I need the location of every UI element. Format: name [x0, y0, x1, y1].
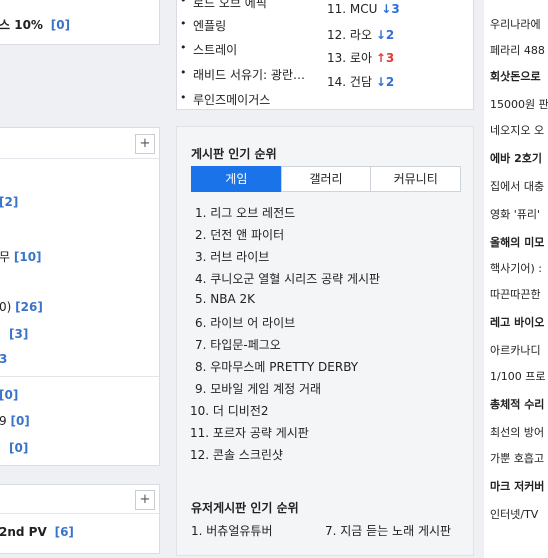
left-mid-row-count: [0]: [9, 441, 29, 455]
left-mid-row-count: [2]: [0, 195, 19, 209]
news-item[interactable]: 따끈따끈한: [490, 286, 541, 302]
issue-keyword[interactable]: 스트레이: [180, 41, 237, 58]
rank-change: 3: [391, 2, 400, 16]
left-top-row-count: [0]: [50, 18, 71, 32]
news-category-heading[interactable]: 회삿돈으로: [490, 68, 541, 84]
rank-down-icon: ↓: [381, 2, 392, 16]
board-ranking-item[interactable]: 10. 더 디비전2: [190, 402, 269, 419]
left-mid-row-count: [0]: [10, 414, 30, 428]
board-ranking-tabs: 게임 갤러리 커뮤니티: [191, 166, 462, 192]
left-mid-row-count: 3: [0, 352, 8, 366]
news-category-heading[interactable]: 올해의 미모: [490, 234, 544, 250]
keyword-rank-text: 12. 라오: [327, 28, 372, 42]
user-board-item[interactable]: 7. 지금 듣는 노래 게시판: [325, 522, 451, 539]
left-mid-panel: + [2] 무 [10] 0) [26] [3] 3 [0] 9 [0] [0]: [0, 127, 160, 466]
left-bot-row[interactable]: 2nd PV [6]: [0, 525, 74, 539]
issue-keyword[interactable]: 엔플링: [180, 17, 226, 34]
news-item[interactable]: 1/100 프로: [490, 368, 545, 384]
user-board-title: 유저게시판 인기 순위: [191, 501, 299, 515]
news-item[interactable]: 15000원 판: [490, 96, 548, 112]
keyword-rank-text: 14. 건담: [327, 75, 372, 89]
keyword-rank-text: 11. MCU: [327, 2, 378, 16]
news-item[interactable]: 최선의 방어: [490, 424, 544, 440]
left-mid-row-count: [0]: [0, 388, 19, 402]
rank-change: 3: [385, 51, 395, 65]
rank-change: 2: [385, 28, 395, 42]
left-mid-row[interactable]: [3]: [9, 327, 28, 341]
left-mid-row-text: 무: [0, 250, 11, 264]
board-ranking-item[interactable]: 2. 던전 앤 파이터: [195, 226, 284, 243]
rank-change: 2: [385, 75, 395, 89]
left-bot-row-text: 2nd PV: [0, 525, 47, 539]
left-mid-row-text: 0): [0, 300, 12, 314]
news-category-heading[interactable]: 총체적 수리: [490, 396, 544, 412]
left-bot-panel: + 2nd PV [6]: [0, 484, 160, 554]
keyword-rank-item[interactable]: 12. 라오 ↓2: [327, 26, 394, 43]
board-ranking-item[interactable]: 6. 라이브 어 라이브: [195, 314, 295, 331]
news-item[interactable]: 핵사기어) :: [490, 260, 542, 276]
tab-game[interactable]: 게임: [191, 166, 282, 192]
left-mid-row[interactable]: 3: [0, 352, 7, 366]
board-ranking-item[interactable]: 12. 콘솔 스크린샷: [190, 446, 283, 463]
user-board-item[interactable]: 1. 버츄얼유튜버: [191, 522, 273, 539]
tab-community[interactable]: 커뮤니티: [370, 166, 462, 192]
news-category-heading[interactable]: 마크 저커버: [490, 478, 544, 494]
board-ranking-item[interactable]: 8. 우마무스메 PRETTY DERBY: [195, 358, 358, 375]
issue-keyword-panel: 로드 오브 에픽 엔플링 스트레이 래비드 서유기: 광란… 루인즈메이거스 1…: [176, 0, 474, 110]
issue-keyword[interactable]: 로드 오브 에픽: [180, 0, 267, 11]
left-mid-row[interactable]: 무 [10]: [0, 248, 42, 265]
left-bot-row-count: [6]: [54, 525, 74, 539]
board-ranking-item[interactable]: 11. 포르자 공략 게시판: [190, 424, 309, 441]
keyword-rank-item[interactable]: 14. 건담 ↓2: [327, 73, 394, 90]
rank-up-icon: ↑: [375, 51, 386, 65]
board-ranking-item[interactable]: 7. 타입문-페그오: [195, 336, 281, 353]
news-item[interactable]: 페라리 488: [490, 42, 545, 58]
keyword-rank-text: 13. 로아: [327, 51, 372, 65]
board-ranking-item[interactable]: 3. 러브 라이브: [195, 248, 269, 265]
left-top-row-text: 스 10%: [0, 18, 43, 32]
news-item[interactable]: 아르카나디: [490, 342, 541, 358]
news-category-heading[interactable]: 에바 2호기: [490, 150, 542, 166]
left-mid-row[interactable]: [2]: [0, 195, 18, 209]
left-mid-header-divider: [0, 158, 159, 159]
board-ranking-item[interactable]: 9. 모바일 게임 계정 거래: [195, 380, 321, 397]
rank-down-icon: ↓: [375, 75, 386, 89]
left-top-panel: 스 10% [0]: [0, 0, 160, 45]
left-bot-plus-button[interactable]: +: [135, 490, 155, 510]
tab-gallery[interactable]: 갤러리: [280, 166, 372, 192]
news-item[interactable]: 우리나라에: [490, 16, 541, 32]
board-ranking-title: 게시판 인기 순위: [191, 147, 277, 161]
left-mid-row[interactable]: 9 [0]: [0, 414, 30, 428]
keyword-rank-item[interactable]: 13. 로아 ↑3: [327, 49, 394, 66]
left-mid-row-count: [26]: [15, 300, 43, 314]
news-item[interactable]: 집에서 대충: [490, 178, 544, 194]
left-mid-row-count: [10]: [13, 250, 42, 264]
left-mid-row[interactable]: [0]: [9, 441, 28, 455]
left-top-row[interactable]: 스 10% [0]: [0, 16, 70, 33]
issue-keyword[interactable]: 래비드 서유기: 광란…: [180, 66, 305, 83]
news-category-heading[interactable]: 레고 바이오: [490, 314, 544, 330]
left-mid-row[interactable]: 0) [26]: [0, 300, 43, 314]
news-item[interactable]: 네오지오 오: [490, 122, 544, 138]
news-item[interactable]: 영화 '퓨리': [490, 206, 540, 222]
left-mid-row[interactable]: [0]: [0, 388, 18, 402]
left-mid-plus-button[interactable]: +: [135, 134, 155, 154]
right-news-column: 우리나라에페라리 488 회삿돈으로 15000원 판네오지오 오에바 2호기집에서…: [484, 0, 548, 558]
left-mid-row-count: [3]: [9, 327, 29, 341]
news-item[interactable]: 인터넷/TV: [490, 506, 538, 522]
issue-keyword[interactable]: 루인즈메이거스: [180, 91, 270, 108]
board-ranking-panel: 게시판 인기 순위 게임 갤러리 커뮤니티 1. 리그 오브 레전드 2. 던전…: [176, 126, 474, 556]
left-bot-header-divider: [0, 513, 159, 514]
board-ranking-item[interactable]: 4. 쿠니오군 열혈 시리즈 공략 게시판: [195, 270, 380, 287]
left-mid-divider: [0, 376, 159, 377]
news-item[interactable]: 가뿐 호흡고: [490, 450, 544, 466]
rank-down-icon: ↓: [375, 28, 386, 42]
keyword-rank-item[interactable]: 11. MCU ↓3: [327, 2, 400, 16]
board-ranking-item[interactable]: 1. 리그 오브 레전드: [195, 204, 295, 221]
left-mid-row-text: 9: [0, 414, 7, 428]
board-ranking-item[interactable]: 5. NBA 2K: [195, 292, 255, 306]
